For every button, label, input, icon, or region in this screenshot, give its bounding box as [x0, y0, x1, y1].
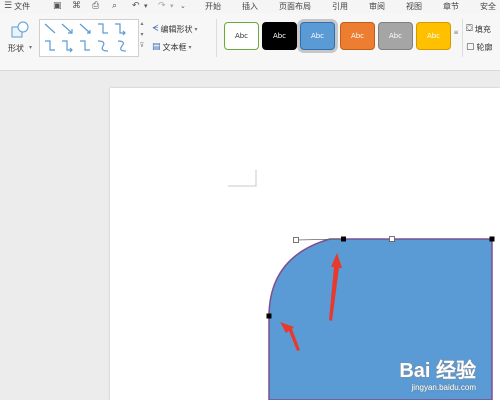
- tab-insert[interactable]: 插入: [240, 1, 260, 12]
- style-sample-text: Abc: [310, 32, 325, 40]
- document-page[interactable]: Bai 经验 jingyan.baidu.com: [110, 88, 500, 400]
- textbox-button[interactable]: ▤ 文本框 ▾: [152, 41, 192, 53]
- menu-bar: ☰ 文件 ▣ ⌘ ⎙ ⌕ ↶ ▾ ↷ ▾ ⌄ 开始 插入 页面布局 引用 审阅 …: [0, 0, 500, 13]
- shape-style-option[interactable]: Abc: [262, 22, 297, 50]
- chevron-down-icon: ▾: [194, 25, 198, 33]
- file-menu[interactable]: ☰ 文件: [4, 0, 32, 13]
- customize-toolbar-icon[interactable]: ⌄: [180, 0, 186, 13]
- shape-style-option[interactable]: Abc: [340, 22, 375, 50]
- chevron-down-icon: ▾: [188, 43, 192, 51]
- style-sample-text: Abc: [388, 32, 403, 40]
- hamburger-icon: ☰: [4, 1, 13, 11]
- tab-start[interactable]: 开始: [203, 1, 223, 12]
- document-area: Bai 经验 jingyan.baidu.com: [0, 71, 500, 400]
- shape-style-option[interactable]: Abc: [378, 22, 413, 50]
- edit-shape-button[interactable]: ᗕ 编辑形状 ▾: [152, 23, 198, 35]
- style-sample-text: Abc: [426, 32, 441, 40]
- tab-security[interactable]: 安全: [478, 1, 498, 12]
- outline-label: 轮廓: [476, 42, 493, 52]
- shape-style-option[interactable]: Abc: [300, 22, 335, 50]
- edit-shape-label: 编辑形状: [160, 24, 193, 34]
- redo-dropdown-icon[interactable]: ▾: [170, 0, 174, 13]
- fill-label: 填充: [474, 24, 491, 34]
- tab-view[interactable]: 视图: [404, 1, 424, 12]
- resize-handle[interactable]: [341, 236, 346, 242]
- watermark: Bai 经验 jingyan.baidu.com: [399, 354, 476, 392]
- style-sample-text: Abc: [350, 32, 365, 40]
- edit-shape-icon: ᗕ: [152, 24, 159, 34]
- outline-icon: ▢: [466, 42, 475, 52]
- save-icon[interactable]: ▣: [53, 0, 62, 13]
- format-painter-icon[interactable]: ⌘: [72, 0, 81, 13]
- tab-references[interactable]: 引用: [330, 1, 350, 12]
- print-icon[interactable]: ⎙: [92, 0, 99, 13]
- style-gallery-expand-icon[interactable]: ≡: [452, 29, 460, 37]
- adjust-handle[interactable]: [293, 237, 299, 243]
- shape-style-option[interactable]: Abc: [416, 22, 451, 50]
- outline-button[interactable]: ▢ 轮廓: [466, 41, 493, 53]
- gallery-down-icon[interactable]: ▾: [138, 31, 146, 39]
- fill-button[interactable]: ⛋ 填充: [466, 23, 491, 35]
- file-menu-label: 文件: [14, 2, 31, 11]
- style-sample-text: Abc: [234, 32, 249, 40]
- textbox-icon: ▤: [152, 42, 161, 52]
- redo-icon[interactable]: ↷: [158, 0, 166, 13]
- style-sample-text: Abc: [272, 32, 287, 40]
- watermark-logo: Bai 经验: [399, 360, 476, 382]
- shape-icon: [11, 21, 29, 38]
- gallery-expand-icon[interactable]: ⊽: [138, 42, 146, 50]
- undo-dropdown-icon[interactable]: ▾: [144, 0, 148, 13]
- tab-page-layout[interactable]: 页面布局: [277, 1, 313, 12]
- shape-button[interactable]: 形状 ▾: [6, 21, 34, 59]
- gallery-up-icon[interactable]: ▴: [138, 20, 146, 28]
- chevron-down-icon: ▾: [29, 44, 33, 51]
- tab-review[interactable]: 审阅: [367, 1, 387, 12]
- resize-handle[interactable]: [389, 236, 395, 242]
- watermark-url: jingyan.baidu.com: [411, 383, 476, 392]
- line-shape-gallery[interactable]: [39, 19, 139, 57]
- resize-handle[interactable]: [266, 313, 272, 319]
- textbox-label: 文本框: [162, 42, 187, 52]
- line-shapes-icon: [44, 23, 127, 53]
- paint-bucket-icon: ⛋: [466, 24, 473, 34]
- ribbon-divider: [462, 19, 463, 57]
- ribbon-divider: [216, 19, 217, 57]
- shape-label: 形状: [8, 44, 24, 53]
- print-preview-icon[interactable]: ⌕: [112, 0, 117, 13]
- resize-handle[interactable]: [489, 236, 495, 242]
- undo-icon[interactable]: ↶: [132, 0, 140, 13]
- tab-section[interactable]: 章节: [441, 1, 461, 12]
- ribbon: 形状 ▾ ▴ ▾ ⊽ ᗕ 编辑形状 ▾ ▤ 文本框 ▾ Abc Abc Abc …: [0, 13, 500, 71]
- shape-style-option[interactable]: Abc: [224, 22, 259, 50]
